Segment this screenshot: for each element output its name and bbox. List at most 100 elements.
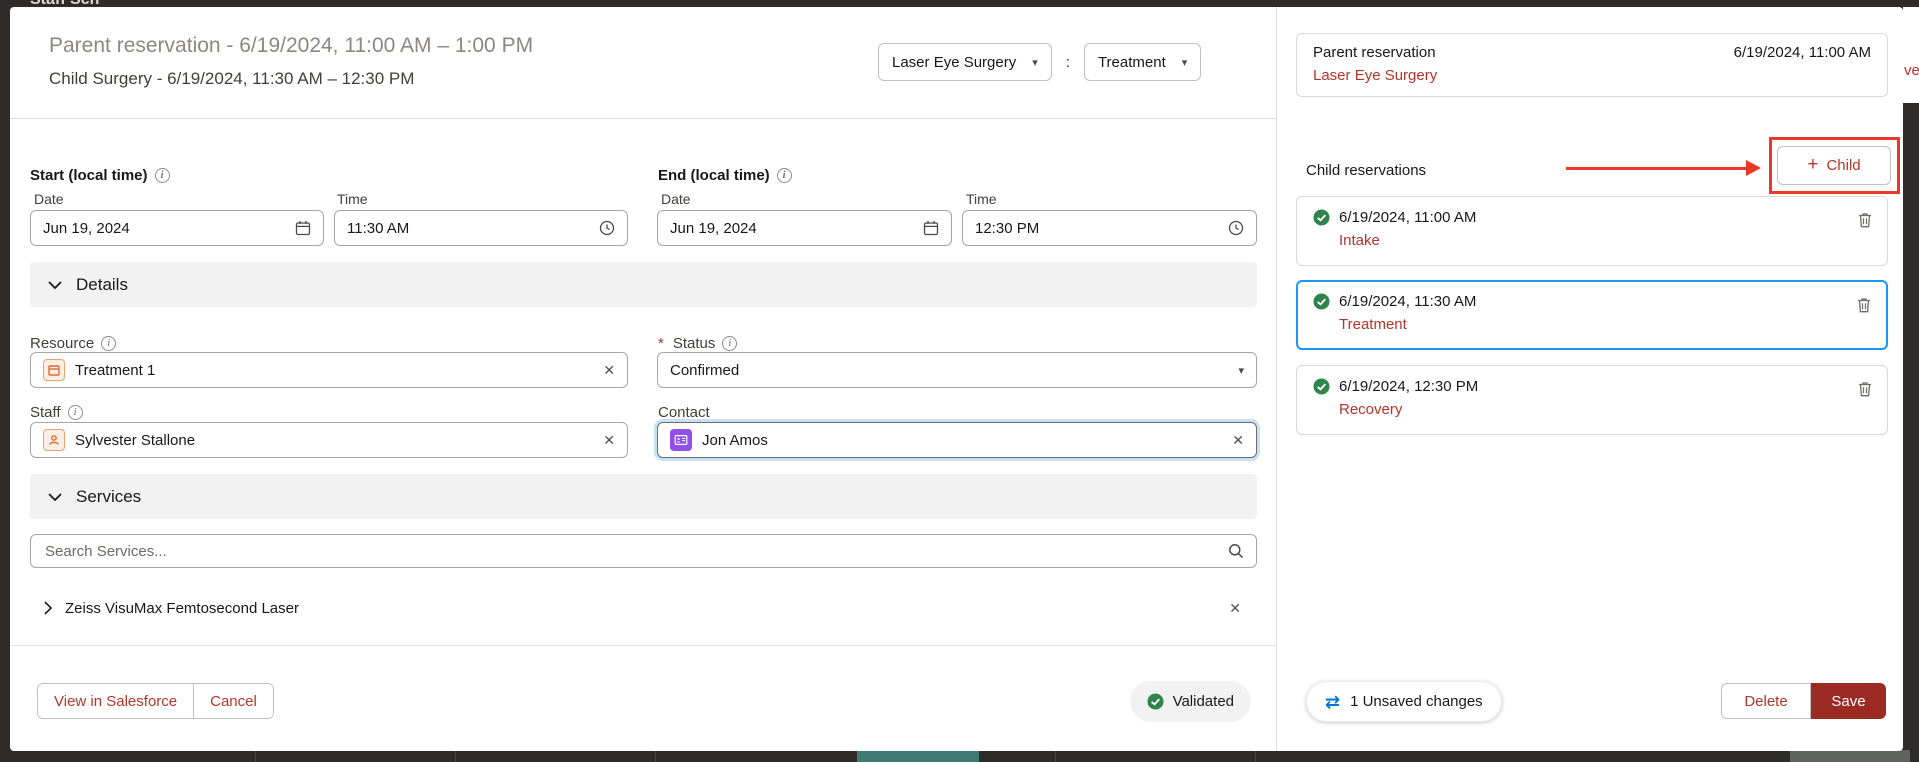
end-time-value: 12:30 PM: [975, 220, 1039, 237]
child-card-datetime: 6/19/2024, 12:30 PM: [1339, 378, 1478, 395]
calendar-icon: [295, 220, 311, 236]
staff-label: Staff i: [30, 404, 83, 421]
child-reservation-subtitle: Child Surgery - 6/19/2024, 11:30 AM – 12…: [49, 69, 414, 89]
staff-icon: [43, 429, 65, 451]
clear-contact-icon[interactable]: ✕: [1232, 432, 1244, 449]
child-card-datetime: 6/19/2024, 11:00 AM: [1339, 209, 1476, 226]
info-icon[interactable]: i: [155, 168, 170, 183]
start-date-input[interactable]: Jun 19, 2024: [30, 210, 324, 246]
chevron-down-icon: ▾: [1032, 56, 1038, 69]
backdrop-table-gridline: [255, 750, 256, 762]
footer-right-buttons: Delete Save: [1721, 683, 1886, 719]
end-time-label-text: End (local time): [658, 167, 770, 184]
services-section-title: Services: [76, 487, 141, 507]
services-search: [30, 534, 1257, 568]
delete-button[interactable]: Delete: [1721, 683, 1811, 719]
add-child-label: Child: [1826, 157, 1860, 174]
resource-label-text: Resource: [30, 335, 94, 352]
status-label-text: Status: [673, 335, 716, 352]
reservation-type-select[interactable]: Laser Eye Surgery ▾: [878, 43, 1052, 81]
chevron-down-icon: ▾: [1238, 364, 1244, 377]
details-section-toggle[interactable]: Details: [30, 262, 1257, 307]
backdrop-right-sliver: ve: [1903, 7, 1919, 103]
end-time-input[interactable]: 12:30 PM: [962, 210, 1257, 246]
parent-reservation-title: Parent reservation - 6/19/2024, 11:00 AM…: [49, 34, 533, 58]
child-card-datetime: 6/19/2024, 11:30 AM: [1339, 293, 1476, 310]
child-card-type: Intake: [1339, 232, 1871, 249]
unsaved-changes-pill: ⇄ 1 Unsaved changes: [1306, 681, 1502, 722]
start-date-label: Date: [34, 191, 64, 207]
view-in-salesforce-button[interactable]: View in Salesforce: [38, 684, 193, 718]
annotation-arrow-head: [1746, 160, 1761, 176]
reservation-dialog: Parent reservation - 6/19/2024, 11:00 AM…: [10, 7, 1903, 751]
child-reservations-heading: Child reservations: [1306, 162, 1426, 179]
delete-child-icon[interactable]: [1858, 212, 1872, 228]
status-select[interactable]: Confirmed ▾: [657, 352, 1257, 388]
backdrop-table-gridline: [1055, 750, 1056, 762]
start-date-value: Jun 19, 2024: [43, 220, 130, 237]
backdrop-table-cell-teal: [857, 750, 979, 762]
contact-label-text: Contact: [658, 404, 710, 421]
services-section-toggle[interactable]: Services: [30, 474, 1257, 519]
plus-icon: +: [1807, 155, 1818, 174]
service-item-row[interactable]: Zeiss VisuMax Femtosecond Laser ✕: [30, 590, 1257, 626]
delete-child-icon[interactable]: [1858, 381, 1872, 397]
backdrop-table-gridline: [1255, 750, 1256, 762]
child-reservation-card[interactable]: 6/19/2024, 12:30 PM Recovery: [1296, 365, 1888, 435]
staff-label-text: Staff: [30, 404, 61, 421]
services-search-input[interactable]: [43, 542, 1218, 561]
add-child-button[interactable]: + Child: [1777, 146, 1891, 185]
info-icon[interactable]: i: [68, 405, 83, 420]
validated-label: Validated: [1173, 693, 1234, 710]
end-time-sublabel: Time: [966, 191, 997, 207]
clock-icon: [1228, 220, 1244, 236]
end-date-label: Date: [661, 191, 691, 207]
footer-left-buttons: View in Salesforce Cancel: [37, 683, 274, 719]
start-time-input[interactable]: 11:30 AM: [334, 210, 628, 246]
child-reservation-card[interactable]: 6/19/2024, 11:00 AM Intake: [1296, 196, 1888, 266]
required-asterisk: *: [658, 335, 664, 352]
info-icon[interactable]: i: [722, 336, 737, 351]
child-card-type: Treatment: [1339, 316, 1871, 333]
validated-badge: Validated: [1130, 681, 1251, 722]
staff-field[interactable]: Sylvester Stallone ✕: [30, 422, 628, 458]
backdrop-table-gridline: [455, 750, 456, 762]
search-icon[interactable]: [1228, 543, 1244, 559]
dialog-header: Parent reservation - 6/19/2024, 11:00 AM…: [10, 7, 1276, 119]
info-icon[interactable]: i: [101, 336, 116, 351]
reservation-type-value: Laser Eye Surgery: [892, 54, 1016, 71]
status-label: * Status i: [658, 335, 737, 352]
end-time-label: End (local time) i: [658, 167, 792, 184]
chevron-down-icon: [48, 281, 62, 289]
parent-card-datetime: 6/19/2024, 11:00 AM: [1734, 44, 1871, 61]
annotation-arrow-line: [1566, 167, 1748, 170]
start-time-label-text: Start (local time): [30, 167, 148, 184]
check-circle-icon: [1313, 378, 1330, 395]
clear-staff-icon[interactable]: ✕: [603, 432, 615, 449]
parent-reservation-card[interactable]: Parent reservation 6/19/2024, 11:00 AM L…: [1296, 33, 1888, 97]
resource-field[interactable]: Treatment 1 ✕: [30, 352, 628, 388]
clear-resource-icon[interactable]: ✕: [603, 362, 615, 379]
contact-field[interactable]: Jon Amos ✕: [657, 422, 1257, 458]
info-icon[interactable]: i: [777, 168, 792, 183]
staff-value: Sylvester Stallone: [75, 432, 195, 449]
side-panel: Parent reservation 6/19/2024, 11:00 AM L…: [1278, 7, 1903, 751]
clock-icon: [599, 220, 615, 236]
remove-service-icon[interactable]: ✕: [1229, 600, 1241, 617]
save-button[interactable]: Save: [1811, 683, 1886, 719]
reservation-subtype-select[interactable]: Treatment ▾: [1084, 43, 1201, 81]
chevron-right-icon: [44, 601, 52, 615]
child-reservation-card-selected[interactable]: 6/19/2024, 11:30 AM Treatment: [1296, 280, 1888, 350]
reservation-subtype-value: Treatment: [1098, 54, 1166, 71]
start-time-sublabel: Time: [337, 191, 368, 207]
child-card-type: Recovery: [1339, 401, 1871, 418]
delete-child-icon[interactable]: [1857, 297, 1871, 313]
parent-card-title: Parent reservation: [1313, 44, 1436, 61]
end-date-value: Jun 19, 2024: [670, 220, 757, 237]
parent-card-type: Laser Eye Surgery: [1313, 67, 1871, 84]
backdrop-clipped-link: ve: [1904, 62, 1919, 79]
check-circle-icon: [1313, 293, 1330, 310]
backdrop-table-cell-light: [1790, 750, 1910, 762]
end-date-input[interactable]: Jun 19, 2024: [657, 210, 952, 246]
cancel-button[interactable]: Cancel: [193, 684, 273, 718]
